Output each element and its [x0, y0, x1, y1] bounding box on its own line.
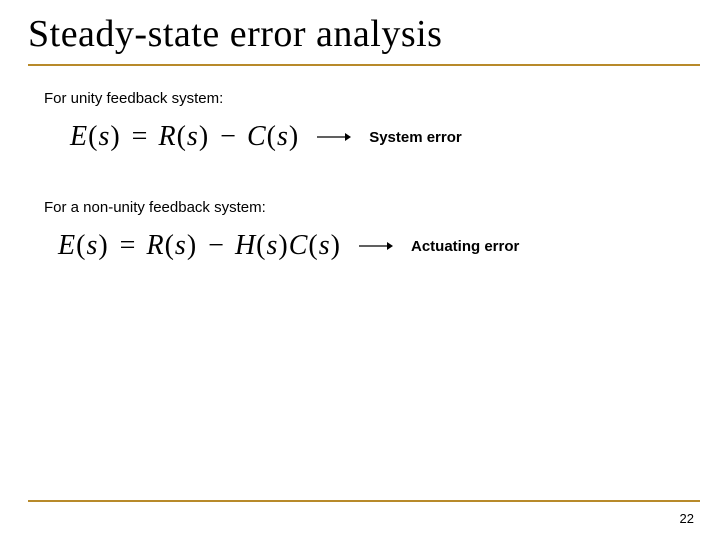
eq2-arg2: s	[175, 230, 186, 261]
eq1-lparen1: (	[87, 121, 98, 152]
footer-underline	[28, 500, 700, 502]
page-number: 22	[680, 511, 694, 526]
equation-1-note: System error	[369, 129, 462, 146]
eq2-rhs3-fn: C	[289, 230, 308, 261]
eq2-arg1: s	[86, 230, 97, 261]
eq2-equals: =	[116, 230, 140, 261]
eq2-lparen4: (	[307, 230, 318, 261]
eq2-rparen3: )	[277, 230, 288, 261]
equation-row-1: E(s) = R(s) − C(s) System error	[44, 121, 684, 153]
eq2-lparen2: (	[164, 230, 175, 261]
section-1-label: For unity feedback system:	[44, 90, 684, 107]
eq1-rparen2: )	[198, 121, 209, 152]
eq1-rparen3: )	[288, 121, 299, 152]
equation-2-note: Actuating error	[411, 238, 519, 255]
eq2-lhs-fn: E	[58, 230, 75, 261]
eq2-rhs1-fn: R	[146, 230, 163, 261]
eq1-arg3: s	[277, 121, 288, 152]
slide-body: For unity feedback system: E(s) = R(s) −…	[0, 66, 720, 262]
eq1-lhs-fn: E	[70, 121, 87, 152]
eq1-arg1: s	[98, 121, 109, 152]
eq2-arg4: s	[319, 230, 330, 261]
eq1-lparen2: (	[176, 121, 187, 152]
arrow-icon	[317, 132, 351, 142]
eq1-rhs2-fn: C	[247, 121, 266, 152]
eq2-rparen4: )	[330, 230, 341, 261]
page-title: Steady-state error analysis	[28, 12, 700, 56]
eq1-equals: =	[128, 121, 152, 152]
eq2-minus: −	[204, 230, 228, 261]
eq2-rparen2: )	[186, 230, 197, 261]
eq2-rparen1: )	[97, 230, 108, 261]
eq2-lparen1: (	[75, 230, 86, 261]
section-2-label: For a non-unity feedback system:	[44, 199, 684, 216]
eq1-minus: −	[216, 121, 240, 152]
slide: Steady-state error analysis For unity fe…	[0, 0, 720, 540]
equation-row-2: E(s) = R(s) − H(s)C(s) Actuating error	[44, 230, 684, 262]
arrow-icon	[359, 241, 393, 251]
equation-2: E(s) = R(s) − H(s)C(s)	[44, 230, 341, 262]
eq2-lparen3: (	[255, 230, 266, 261]
eq2-rhs2-fn: H	[235, 230, 255, 261]
title-wrap: Steady-state error analysis	[0, 0, 720, 56]
eq2-arg3: s	[267, 230, 278, 261]
eq1-arg2: s	[187, 121, 198, 152]
eq1-lparen3: (	[266, 121, 277, 152]
eq1-rparen1: )	[109, 121, 120, 152]
eq1-rhs1-fn: R	[158, 121, 175, 152]
equation-1: E(s) = R(s) − C(s)	[44, 121, 299, 153]
